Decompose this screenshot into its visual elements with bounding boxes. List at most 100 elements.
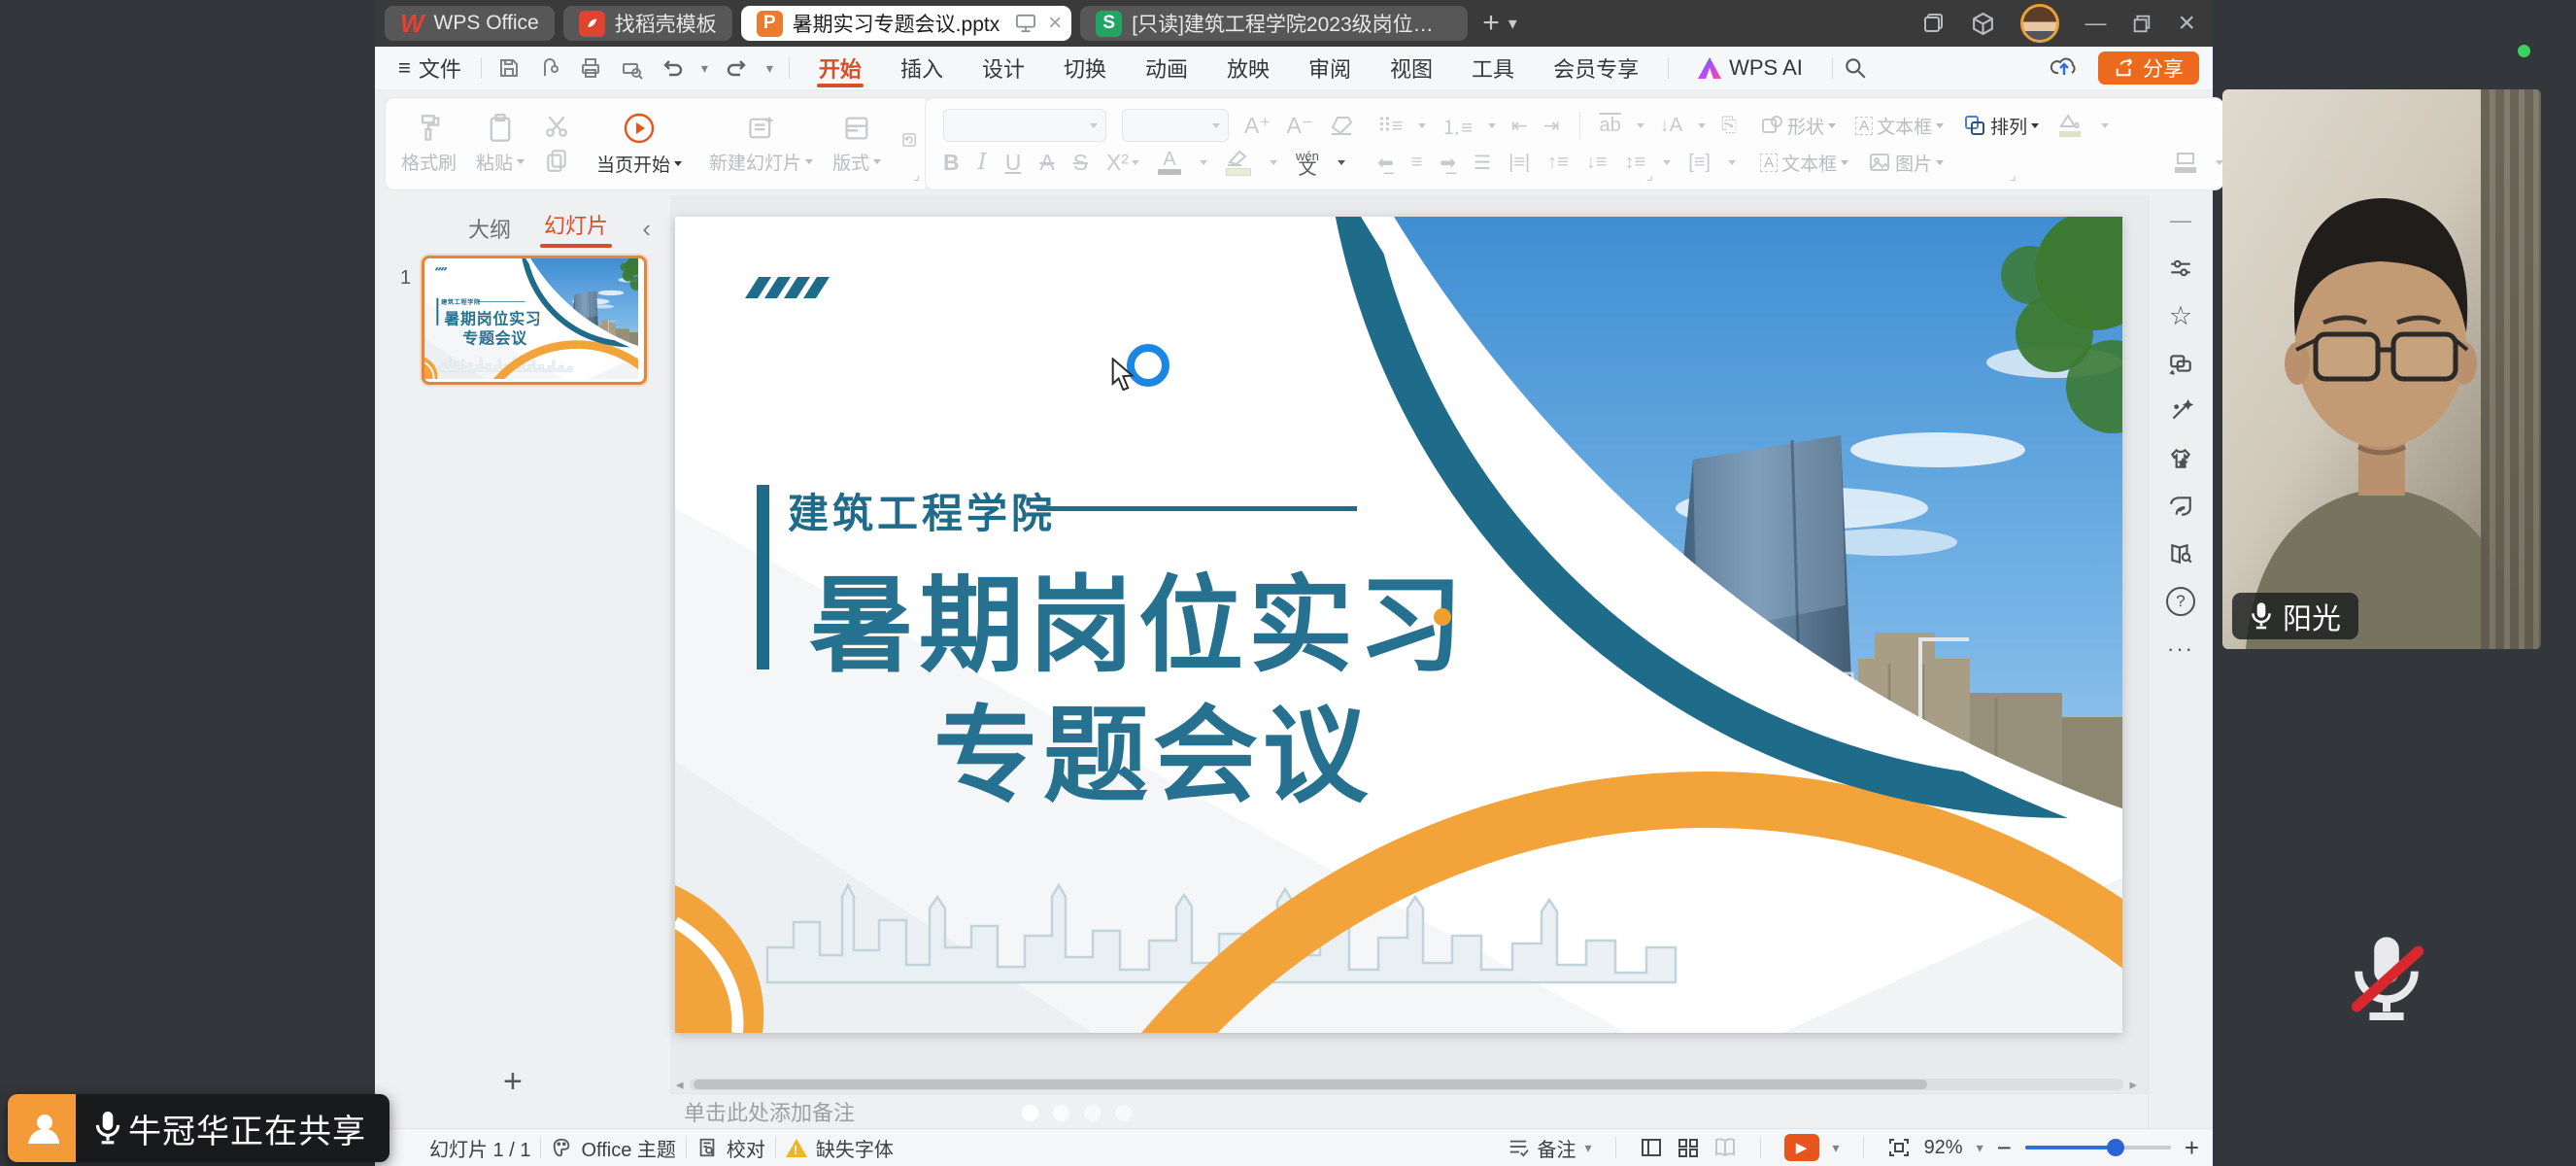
- slide-sorter-icon[interactable]: [1677, 1137, 1700, 1158]
- webcam-video[interactable]: 阳光: [2222, 89, 2541, 649]
- numbering-button[interactable]: ⒈≡: [1441, 112, 1473, 140]
- menu-transition[interactable]: 切换: [1044, 47, 1126, 89]
- tab-docer-templates[interactable]: 找稻壳模板: [563, 6, 732, 41]
- menu-review[interactable]: 审阅: [1289, 47, 1371, 89]
- textbox-v-button[interactable]: A 文本框: [1760, 150, 1848, 176]
- add-slide-button[interactable]: +: [503, 1063, 523, 1101]
- theme-indicator[interactable]: Office 主题: [551, 1134, 675, 1162]
- align-left-button[interactable]: ⬅̲: [1377, 151, 1394, 175]
- share-screen-icon[interactable]: [1015, 14, 1036, 33]
- notes-toggle[interactable]: 备注 ▾: [1508, 1134, 1592, 1162]
- font-group-expand-icon[interactable]: ⌟: [1646, 166, 1653, 184]
- smartart-convert-button[interactable]: ⎘: [1721, 115, 1737, 137]
- strikethrough-button[interactable]: S: [1073, 150, 1088, 176]
- picture-button[interactable]: 图片: [1868, 150, 1944, 176]
- font-color-button[interactable]: A: [1158, 151, 1181, 175]
- cloud-upload-icon[interactable]: [2050, 53, 2079, 83]
- workspace-cube-icon[interactable]: [1971, 12, 1995, 36]
- play-options-chevron[interactable]: ▾: [1833, 1140, 1840, 1156]
- theme-outfit-icon[interactable]: [2168, 445, 2193, 472]
- file-menu[interactable]: ≡ 文件: [389, 52, 471, 84]
- collapse-panel-icon[interactable]: ‹: [642, 214, 651, 244]
- help-icon[interactable]: ?: [2166, 588, 2195, 615]
- tab-readonly-doc[interactable]: S [只读]建筑工程学院2023级岗位实习: [1080, 6, 1468, 41]
- text-direction-button[interactable]: ↓A: [1660, 115, 1682, 137]
- outline-color-button[interactable]: [2175, 152, 2196, 173]
- align-right-button[interactable]: ➡̲: [1440, 151, 1456, 175]
- slide-editor[interactable]: ◂ ▸ 单击此处添加备注: [670, 195, 2148, 1128]
- zoom-in-button[interactable]: +: [2185, 1133, 2199, 1163]
- print-preview-icon[interactable]: [620, 56, 643, 80]
- slide-canvas[interactable]: [675, 217, 2122, 1033]
- underline-button[interactable]: U: [1005, 150, 1022, 176]
- export-pdf-icon[interactable]: [538, 56, 561, 80]
- tab-outline[interactable]: 大纲: [468, 213, 511, 244]
- redo-icon[interactable]: [726, 56, 749, 80]
- scroll-left-icon[interactable]: ◂: [676, 1076, 684, 1093]
- menu-member[interactable]: 会员专享: [1534, 47, 1658, 89]
- cut-button[interactable]: [544, 115, 569, 138]
- line-spacing-down-button[interactable]: ↓≡: [1586, 152, 1608, 174]
- restore-button[interactable]: [2131, 13, 2152, 34]
- font-family-combo[interactable]: [943, 109, 1106, 142]
- format-painter-button[interactable]: 格式刷: [391, 114, 466, 175]
- effects-star-icon[interactable]: ☆: [2169, 302, 2192, 329]
- book-search-icon[interactable]: [2168, 540, 2193, 567]
- menu-wps-ai[interactable]: WPS AI: [1678, 47, 1822, 89]
- paste-button[interactable]: 粘贴: [466, 114, 534, 175]
- shape-button[interactable]: 形状: [1760, 113, 1836, 139]
- muted-mic-icon[interactable]: [2343, 931, 2430, 1024]
- new-slide-button[interactable]: 新建幻灯片: [699, 114, 823, 175]
- collapse-rail-icon[interactable]: —: [2170, 207, 2191, 234]
- slideshow-play-button[interactable]: ▶: [1784, 1134, 1819, 1161]
- search-icon[interactable]: [1843, 55, 1868, 81]
- para-group-expand-icon[interactable]: ⌟: [2010, 166, 2017, 184]
- line-spacing-up-button[interactable]: ↑≡: [1547, 152, 1569, 174]
- justify-button[interactable]: ☰: [1474, 151, 1491, 175]
- minimize-button[interactable]: —: [2085, 11, 2106, 36]
- italic-button[interactable]: I: [978, 150, 987, 175]
- menu-animation[interactable]: 动画: [1126, 47, 1207, 89]
- magic-wand-icon[interactable]: [2168, 397, 2193, 425]
- scrollbar-thumb[interactable]: [694, 1080, 1927, 1089]
- menu-tools[interactable]: 工具: [1452, 47, 1534, 89]
- menu-insert[interactable]: 插入: [881, 47, 963, 89]
- undo-chevron[interactable]: ▾: [701, 60, 708, 77]
- print-icon[interactable]: [579, 56, 602, 80]
- slide-switch-icon[interactable]: [2168, 350, 2193, 377]
- start-from-current-button[interactable]: 当页开始: [587, 112, 692, 177]
- zoom-out-button[interactable]: −: [1997, 1133, 2012, 1163]
- clear-format-button[interactable]: [1329, 114, 1354, 137]
- normal-view-icon[interactable]: [1640, 1137, 1663, 1158]
- tab-list-chevron[interactable]: ▾: [1508, 14, 1517, 34]
- horizontal-scrollbar[interactable]: ◂ ▸: [670, 1076, 2137, 1093]
- tab-overview-icon[interactable]: [1922, 12, 1946, 35]
- fit-to-window-icon[interactable]: [1887, 1137, 1911, 1158]
- close-tab-icon[interactable]: ×: [1048, 10, 1062, 37]
- bullets-button[interactable]: ⠿≡: [1377, 114, 1403, 138]
- vertical-align-button[interactable]: [≡]: [1688, 152, 1711, 174]
- fill-color-button[interactable]: [2058, 114, 2082, 137]
- undo-icon[interactable]: [661, 56, 684, 80]
- scroll-right-icon[interactable]: ▸: [2129, 1076, 2137, 1093]
- decrease-indent-button[interactable]: ⇤: [1511, 114, 1528, 138]
- menu-home[interactable]: 开始: [799, 47, 881, 89]
- tab-wps-home[interactable]: W WPS Office: [385, 6, 555, 41]
- increase-font-button[interactable]: A⁺: [1244, 113, 1271, 139]
- strikethrough-a-button[interactable]: A: [1039, 150, 1054, 176]
- missing-fonts-warning[interactable]: ! 缺失字体: [786, 1134, 894, 1162]
- superscript-button[interactable]: X²: [1106, 150, 1139, 176]
- highlight-color-button[interactable]: [1226, 149, 1251, 176]
- zoom-slider-knob[interactable]: [2107, 1139, 2124, 1156]
- close-window-button[interactable]: ×: [2178, 7, 2195, 40]
- menu-slideshow[interactable]: 放映: [1207, 47, 1289, 89]
- tab-slides[interactable]: 幻灯片: [544, 209, 608, 248]
- arrange-button[interactable]: 排列: [1963, 113, 2039, 139]
- toolbar-more-chevron[interactable]: ▾: [766, 60, 773, 77]
- reading-view-icon[interactable]: [1713, 1137, 1737, 1158]
- proofing-button[interactable]: 校对: [696, 1134, 765, 1162]
- menu-design[interactable]: 设计: [963, 47, 1044, 89]
- font-size-combo[interactable]: [1122, 109, 1229, 142]
- group-expand-icon[interactable]: ⌟: [913, 166, 920, 184]
- align-center-button[interactable]: ≡: [1411, 152, 1423, 174]
